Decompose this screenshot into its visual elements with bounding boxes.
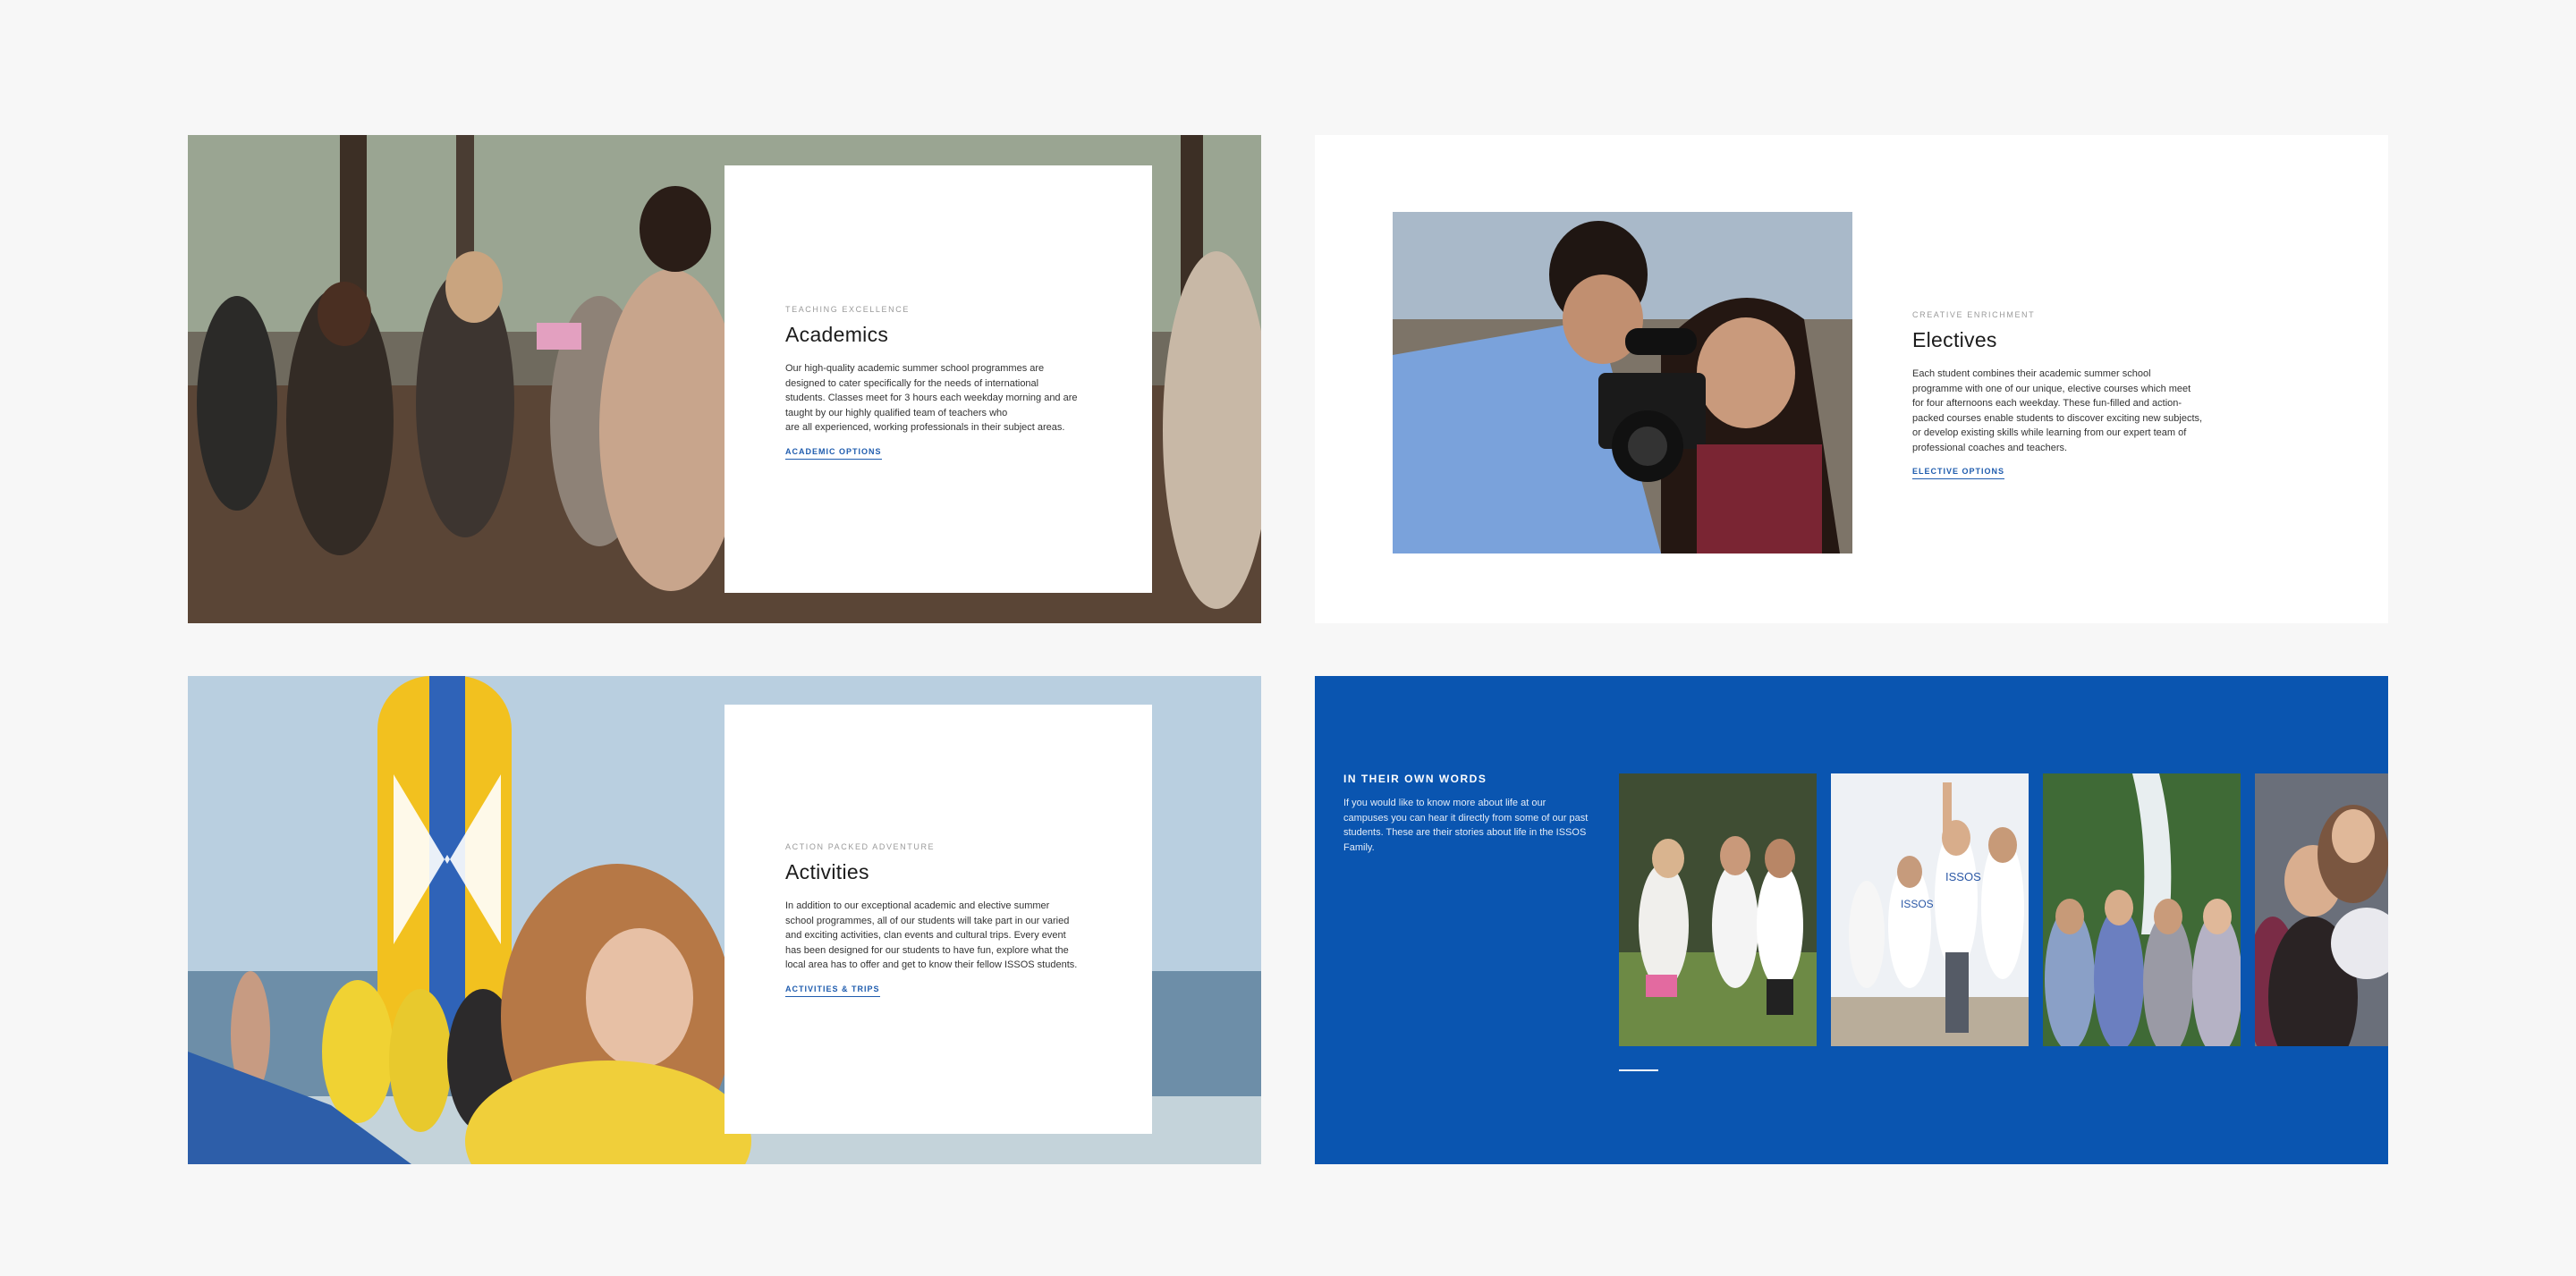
academics-eyebrow: TEACHING EXCELLENCE [785, 305, 910, 314]
activities-card: ACTION PACKED ADVENTURE Activities In ad… [724, 705, 1152, 1134]
activities-eyebrow: ACTION PACKED ADVENTURE [785, 842, 936, 851]
activities-tile: ACTION PACKED ADVENTURE Activities In ad… [188, 676, 1261, 1164]
electives-tile: CREATIVE ENRICHMENT Electives Each stude… [1315, 135, 2388, 623]
academic-options-link[interactable]: ACADEMIC OPTIONS [785, 447, 882, 460]
testimonials-description: If you would like to know more about lif… [1343, 798, 1589, 853]
testimonial-slide[interactable]: ISSOS ISSOS [1831, 773, 2029, 1046]
testimonial-slide[interactable] [2043, 773, 2241, 1046]
activities-description: In addition to our exceptional academic … [785, 900, 1078, 970]
academics-tile: TEACHING EXCELLENCE Academics Our high-q… [188, 135, 1261, 623]
testimonials-title: IN THEIR OWN WORDS [1343, 773, 1487, 785]
electives-title: Electives [1912, 328, 1997, 351]
activities-title: Activities [785, 860, 869, 883]
electives-eyebrow: CREATIVE ENRICHMENT [1912, 310, 2036, 319]
academics-card: TEACHING EXCELLENCE Academics Our high-q… [724, 165, 1152, 593]
electives-photo [1393, 212, 1852, 553]
testimonials-tile: IN THEIR OWN WORDS If you would like to … [1315, 676, 2388, 1164]
academics-title: Academics [785, 323, 889, 346]
testimonial-slide[interactable] [2255, 773, 2388, 1046]
svg-text:ISSOS: ISSOS [1901, 898, 1934, 910]
activities-trips-link[interactable]: ACTIVITIES & TRIPS [785, 984, 880, 997]
elective-options-link[interactable]: ELECTIVE OPTIONS [1912, 467, 2005, 479]
electives-description: Each student combines their academic sum… [1912, 368, 2203, 453]
electives-content: CREATIVE ENRICHMENT Electives Each stude… [1912, 310, 2225, 479]
slider-progress-indicator [1619, 1069, 1658, 1071]
academics-description: Our high-quality academic summer school … [785, 363, 1078, 433]
testimonial-slide[interactable] [1619, 773, 1817, 1046]
svg-text:ISSOS: ISSOS [1945, 870, 1981, 883]
testimonials-intro: IN THEIR OWN WORDS If you would like to … [1343, 773, 1612, 855]
